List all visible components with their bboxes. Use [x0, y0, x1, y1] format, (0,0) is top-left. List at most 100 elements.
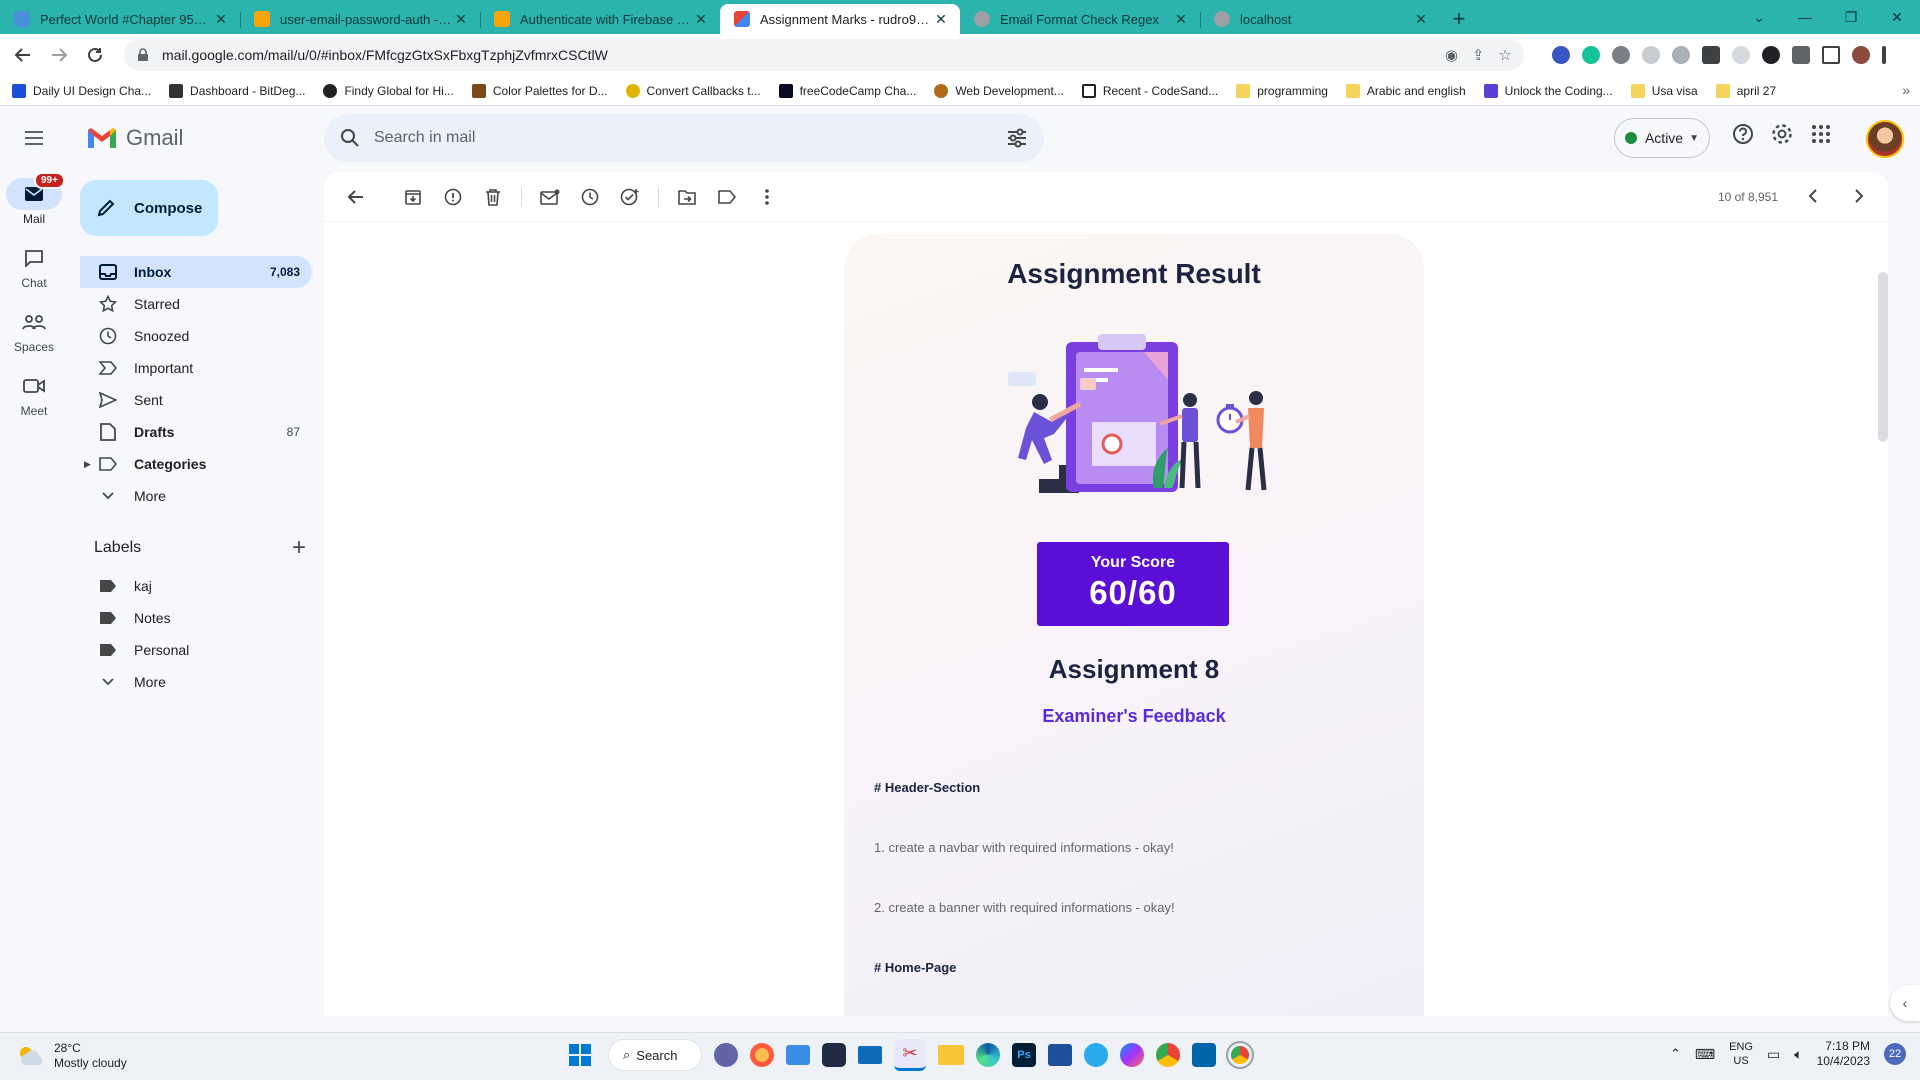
extension-icon[interactable] — [1732, 46, 1750, 64]
edge-icon[interactable] — [976, 1043, 1000, 1067]
close-icon[interactable]: ✕ — [1172, 11, 1190, 28]
network-icon[interactable]: ▭ — [1767, 1046, 1780, 1063]
extension-icon[interactable] — [1582, 46, 1600, 64]
extension-icon[interactable] — [1552, 46, 1570, 64]
side-panel-toggle-icon[interactable]: ‹ — [1890, 985, 1920, 1021]
keyboard-icon[interactable]: ⌨ — [1695, 1046, 1715, 1063]
extension-icon[interactable] — [1702, 46, 1720, 64]
status-selector[interactable]: Active ▼ — [1614, 118, 1710, 158]
main-menu-icon[interactable] — [10, 114, 58, 162]
rail-meet[interactable]: Meet — [0, 362, 68, 426]
notification-badge[interactable]: 22 — [1884, 1043, 1906, 1065]
mail-app-icon[interactable] — [858, 1046, 882, 1064]
firefox-icon[interactable] — [750, 1043, 774, 1067]
gmail-logo[interactable]: Gmail — [86, 125, 183, 151]
close-window-icon[interactable]: ✕ — [1874, 0, 1920, 34]
minimize-icon[interactable]: — — [1782, 0, 1828, 34]
browser-tab[interactable]: localhost ✕ — [1200, 4, 1440, 34]
extension-icon[interactable] — [1612, 46, 1630, 64]
close-icon[interactable]: ✕ — [692, 11, 710, 28]
help-icon[interactable] — [1732, 123, 1754, 145]
app-icon[interactable] — [786, 1045, 810, 1065]
label-item[interactable]: Personal — [80, 634, 312, 666]
chevron-up-icon[interactable]: ⌃ — [1670, 1046, 1681, 1062]
close-icon[interactable]: ✕ — [932, 11, 950, 28]
extension-icon[interactable] — [1642, 46, 1660, 64]
search-input[interactable]: Search in mail — [374, 129, 1006, 147]
report-spam-icon[interactable] — [433, 177, 473, 217]
close-icon[interactable]: ✕ — [1412, 11, 1430, 28]
profile-icon[interactable] — [1852, 46, 1870, 64]
label-item[interactable]: kaj — [80, 570, 312, 602]
search-options-icon[interactable] — [1006, 128, 1028, 148]
store-icon[interactable] — [1048, 1044, 1072, 1066]
more-options-icon[interactable] — [747, 177, 787, 217]
chrome-active-icon[interactable] — [1226, 1041, 1254, 1069]
bookmark[interactable]: Unlock the Coding... — [1483, 83, 1613, 98]
move-to-icon[interactable] — [667, 177, 707, 217]
more-bookmarks-icon[interactable]: » — [1902, 82, 1910, 98]
nav-drafts[interactable]: Drafts 87 — [80, 416, 312, 448]
file-explorer-icon[interactable] — [938, 1045, 964, 1065]
browser-tab[interactable]: Authenticate with Firebase using ✕ — [480, 4, 720, 34]
nav-important[interactable]: Important — [80, 352, 312, 384]
bookmark-folder[interactable]: Usa visa — [1630, 83, 1698, 98]
delete-icon[interactable] — [473, 177, 513, 217]
bookmark[interactable]: Color Palettes for D... — [471, 83, 608, 98]
browser-tab[interactable]: user-email-password-auth - Aut ✕ — [240, 4, 480, 34]
bookmark-star-icon[interactable]: ☆ — [1499, 46, 1512, 64]
add-task-icon[interactable] — [610, 177, 650, 217]
vscode-icon[interactable] — [1192, 1043, 1216, 1067]
archive-icon[interactable] — [393, 177, 433, 217]
nav-sent[interactable]: Sent — [80, 384, 312, 416]
nav-categories[interactable]: ▶ Categories — [80, 448, 312, 480]
nav-more[interactable]: More — [80, 480, 312, 512]
maximize-icon[interactable]: ❐ — [1828, 0, 1874, 34]
windows-start-icon[interactable] — [564, 1039, 596, 1071]
back-to-inbox-icon[interactable] — [336, 177, 376, 217]
apps-grid-icon[interactable] — [1810, 123, 1832, 145]
compose-button[interactable]: Compose — [80, 180, 218, 236]
new-tab-button[interactable]: + — [1444, 4, 1474, 34]
close-icon[interactable]: ✕ — [452, 11, 470, 28]
chevron-right-icon[interactable] — [1854, 188, 1864, 206]
browser-tab[interactable]: Email Format Check Regex ✕ — [960, 4, 1200, 34]
bookmark-folder[interactable]: Arabic and english — [1345, 83, 1466, 98]
account-avatar[interactable] — [1866, 120, 1904, 158]
extension-icon[interactable] — [1672, 46, 1690, 64]
label-as-icon[interactable] — [707, 177, 747, 217]
menu-dots-icon[interactable] — [1882, 46, 1886, 64]
tab-search-icon[interactable]: ⌄ — [1736, 0, 1782, 34]
close-icon[interactable]: ✕ — [212, 11, 230, 28]
bookmark[interactable]: Convert Callbacks t... — [625, 83, 761, 98]
label-more[interactable]: More — [80, 666, 312, 698]
label-item[interactable]: Notes — [80, 602, 312, 634]
nav-snoozed[interactable]: Snoozed — [80, 320, 312, 352]
snipping-tool-icon[interactable]: ✂ — [894, 1039, 926, 1071]
chevron-left-icon[interactable] — [1808, 188, 1818, 206]
settings-gear-icon[interactable] — [1770, 122, 1794, 146]
weather-widget[interactable]: 28°C Mostly cloudy — [16, 1041, 127, 1071]
extension-icon[interactable] — [1762, 46, 1780, 64]
browser-tab-active[interactable]: Assignment Marks - rudro987@ ✕ — [720, 4, 960, 34]
expand-caret-icon[interactable]: ▶ — [84, 459, 91, 470]
rail-chat[interactable]: Chat — [0, 234, 68, 298]
search-mail-bar[interactable]: Search in mail — [324, 114, 1044, 162]
telegram-icon[interactable] — [1084, 1043, 1108, 1067]
bookmark[interactable]: Recent - CodeSand... — [1081, 83, 1218, 98]
eye-icon[interactable]: ◉ — [1445, 46, 1458, 64]
bookmark[interactable]: freeCodeCamp Cha... — [778, 83, 916, 98]
bookmark[interactable]: Dashboard - BitDeg... — [169, 83, 305, 98]
bookmark[interactable]: Web Development... — [934, 83, 1064, 98]
rail-spaces[interactable]: Spaces — [0, 298, 68, 362]
site-info-icon[interactable] — [136, 48, 150, 62]
browser-tab[interactable]: Perfect World #Chapter 957 - Re ✕ — [0, 4, 240, 34]
sidepanel-icon[interactable] — [1822, 46, 1840, 64]
bookmark-folder[interactable]: april 27 — [1715, 83, 1776, 98]
volume-icon[interactable]: 🔈︎ — [1794, 1046, 1802, 1063]
puzzle-icon[interactable] — [1792, 46, 1810, 64]
photoshop-icon[interactable]: Ps — [1012, 1043, 1036, 1067]
nav-inbox[interactable]: Inbox 7,083 — [80, 256, 312, 288]
share-icon[interactable]: ⇪ — [1472, 46, 1485, 64]
clock[interactable]: 7:18 PM 10/4/2023 — [1817, 1039, 1870, 1069]
